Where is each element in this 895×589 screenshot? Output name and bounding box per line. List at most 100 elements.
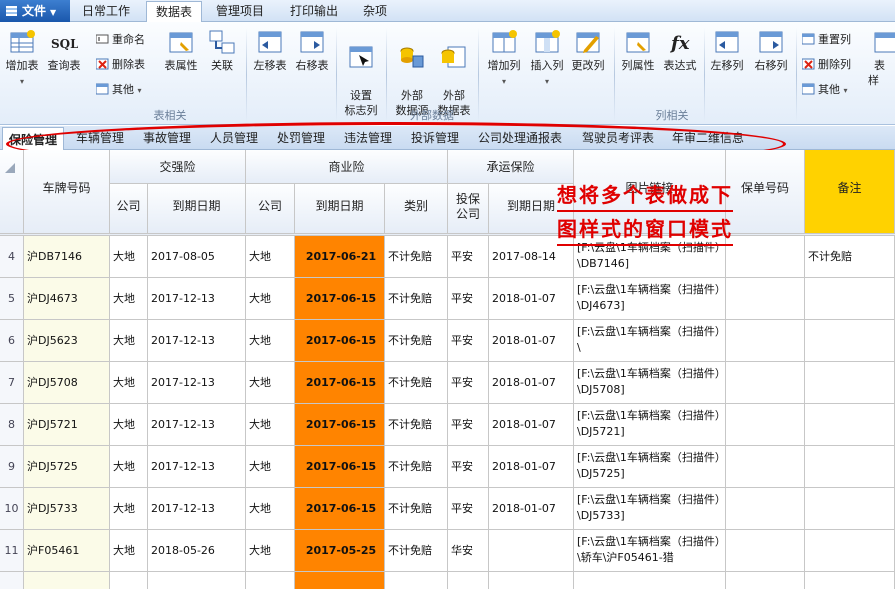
cell-company[interactable]: 大地 xyxy=(110,404,148,446)
cell-plate[interactable]: 沪DB7146 xyxy=(24,236,110,278)
cell-expiry-date[interactable]: 2018-01-07 xyxy=(489,278,574,320)
col-props-button[interactable]: 列属性 xyxy=(618,28,658,73)
cell-insurer[interactable]: 平安 xyxy=(448,278,489,320)
sheet-tab-violation[interactable]: 违法管理 xyxy=(344,126,392,150)
col-header-carrier[interactable]: 承运保险 xyxy=(448,150,574,184)
cell-memo[interactable] xyxy=(805,362,895,404)
sheet-tab-vehicle[interactable]: 车辆管理 xyxy=(76,126,124,150)
cell-memo[interactable] xyxy=(805,404,895,446)
cell-memo[interactable] xyxy=(805,446,895,488)
cell-category[interactable] xyxy=(385,572,448,589)
cell-insurer[interactable]: 平安 xyxy=(448,488,489,530)
rename-button[interactable]: 重命名 xyxy=(96,32,145,48)
move-col-left-button[interactable]: 左移列 xyxy=(706,28,748,73)
other-table-button[interactable]: 其他 ▾ xyxy=(96,82,142,99)
sheet-tab-driver-evaluation[interactable]: 驾驶员考评表 xyxy=(582,126,654,150)
col-header-insurer[interactable]: 投保 公司 xyxy=(448,184,489,234)
cell-image-link[interactable]: [F:\云盘\1车辆档案（扫描件）\ xyxy=(574,320,726,362)
col-header-commercial[interactable]: 商业险 xyxy=(246,150,448,184)
cell-company[interactable] xyxy=(246,572,295,589)
delete-table-button[interactable]: 删除表 xyxy=(96,57,145,73)
tab-print-output[interactable]: 打印输出 xyxy=(290,0,344,22)
sheet-tab-annual-review[interactable]: 年审二维信息 xyxy=(672,126,744,150)
cell-expiry-date[interactable]: 2017-12-13 xyxy=(148,278,246,320)
cell-plate[interactable]: 沪DJ5623 xyxy=(24,320,110,362)
cell-memo[interactable] xyxy=(805,488,895,530)
cell-category[interactable]: 不计免赔 xyxy=(385,530,448,572)
cell-policy-no[interactable] xyxy=(726,572,805,589)
cell-company[interactable]: 大地 xyxy=(110,530,148,572)
col-header-plate[interactable]: 车牌号码 xyxy=(24,150,110,234)
cell-category[interactable]: 不计免赔 xyxy=(385,488,448,530)
cell-expiry-date[interactable]: 2017-12-13 xyxy=(148,362,246,404)
cell-company[interactable]: 大地 xyxy=(246,404,295,446)
cell-insurer[interactable] xyxy=(448,572,489,589)
cell-company[interactable]: 大地 xyxy=(246,236,295,278)
table-props-button[interactable]: 表属性 xyxy=(160,28,202,73)
col-header-policy-no[interactable]: 保单号码 xyxy=(726,150,805,234)
col-header-expiry-date[interactable]: 到期日期 xyxy=(295,184,385,234)
cell-insurer[interactable]: 平安 xyxy=(448,404,489,446)
row-number[interactable]: 11 xyxy=(0,530,24,572)
cell-company[interactable]: 大地 xyxy=(110,446,148,488)
reset-col-button[interactable]: 重置列 xyxy=(802,32,851,48)
cell-memo[interactable] xyxy=(805,572,895,589)
cell-category[interactable]: 不计免赔 xyxy=(385,404,448,446)
cell-expiry-date[interactable] xyxy=(489,572,574,589)
cell-expiry-date[interactable]: 2017-12-13 xyxy=(148,404,246,446)
relation-button[interactable]: 关联 xyxy=(204,28,240,73)
cell-company[interactable]: 大地 xyxy=(110,236,148,278)
cell-policy-no[interactable] xyxy=(726,530,805,572)
cell-expiry-date-highlight[interactable]: 2017-06-15 xyxy=(295,278,385,320)
cell-company[interactable]: 大地 xyxy=(246,446,295,488)
cell-company[interactable]: 大地 xyxy=(246,488,295,530)
sheet-tab-company-report[interactable]: 公司处理通报表 xyxy=(478,126,562,150)
cell-expiry-date[interactable]: 2017-12-13 xyxy=(148,488,246,530)
cell-company[interactable]: 大地 xyxy=(110,278,148,320)
cell-expiry-date-highlight[interactable]: 2017-06-15 xyxy=(295,446,385,488)
col-header-category[interactable]: 类别 xyxy=(385,184,448,234)
cell-expiry-date-highlight[interactable] xyxy=(295,572,385,589)
insert-col-button[interactable]: 插入列 ▾ xyxy=(526,28,568,89)
cell-policy-no[interactable] xyxy=(726,320,805,362)
cell-policy-no[interactable] xyxy=(726,362,805,404)
sheet-tab-complaint[interactable]: 投诉管理 xyxy=(411,126,459,150)
cell-company[interactable]: 大地 xyxy=(110,362,148,404)
cell-plate[interactable]: 沪DJ5721 xyxy=(24,404,110,446)
cell-insurer[interactable]: 平安 xyxy=(448,320,489,362)
delete-col-button[interactable]: 删除列 xyxy=(802,57,851,73)
cell-company[interactable]: 大地 xyxy=(246,362,295,404)
cell-category[interactable]: 不计免赔 xyxy=(385,320,448,362)
tab-manage-project[interactable]: 管理项目 xyxy=(216,0,270,22)
move-table-right-button[interactable]: 右移表 xyxy=(292,28,332,73)
sheet-tab-accident[interactable]: 事故管理 xyxy=(143,126,191,150)
add-col-button[interactable]: 增加列 ▾ xyxy=(482,28,526,89)
tab-misc[interactable]: 杂项 xyxy=(363,0,393,22)
sheet-tab-personnel[interactable]: 人员管理 xyxy=(210,126,258,150)
cell-expiry-date[interactable] xyxy=(148,572,246,589)
cell-company[interactable]: 大地 xyxy=(110,320,148,362)
cell-company[interactable]: 大地 xyxy=(246,530,295,572)
cell-expiry-date[interactable]: 2018-01-07 xyxy=(489,446,574,488)
row-number[interactable] xyxy=(0,572,24,589)
cell-category[interactable]: 不计免赔 xyxy=(385,278,448,320)
cell-plate[interactable]: 沪DJ5725 xyxy=(24,446,110,488)
other-col-button[interactable]: 其他 ▾ xyxy=(802,82,848,99)
cell-category[interactable]: 不计免赔 xyxy=(385,236,448,278)
cell-expiry-date-highlight[interactable]: 2017-06-15 xyxy=(295,320,385,362)
cell-expiry-date-highlight[interactable]: 2017-06-15 xyxy=(295,362,385,404)
move-col-right-button[interactable]: 右移列 xyxy=(750,28,792,73)
table-style-button[interactable]: 表样 xyxy=(868,28,895,88)
cell-category[interactable]: 不计免赔 xyxy=(385,362,448,404)
change-col-button[interactable]: 更改列 xyxy=(568,28,608,73)
cell-insurer[interactable]: 平安 xyxy=(448,446,489,488)
row-number[interactable]: 4 xyxy=(0,236,24,278)
cell-plate[interactable]: 沪F05461 xyxy=(24,530,110,572)
row-number[interactable]: 7 xyxy=(0,362,24,404)
cell-image-link[interactable]: [F:\云盘\1车辆档案（扫描件）\DJ4673] xyxy=(574,278,726,320)
cell-plate[interactable]: 沪DJ5708 xyxy=(24,362,110,404)
cell-image-link[interactable]: [F:\云盘\1车辆档案（扫描件）\DJ5721] xyxy=(574,404,726,446)
cell-expiry-date-highlight[interactable]: 2017-06-15 xyxy=(295,404,385,446)
col-header-company[interactable]: 公司 xyxy=(246,184,295,234)
file-menu-button[interactable]: 文件 ▼ xyxy=(0,0,70,22)
